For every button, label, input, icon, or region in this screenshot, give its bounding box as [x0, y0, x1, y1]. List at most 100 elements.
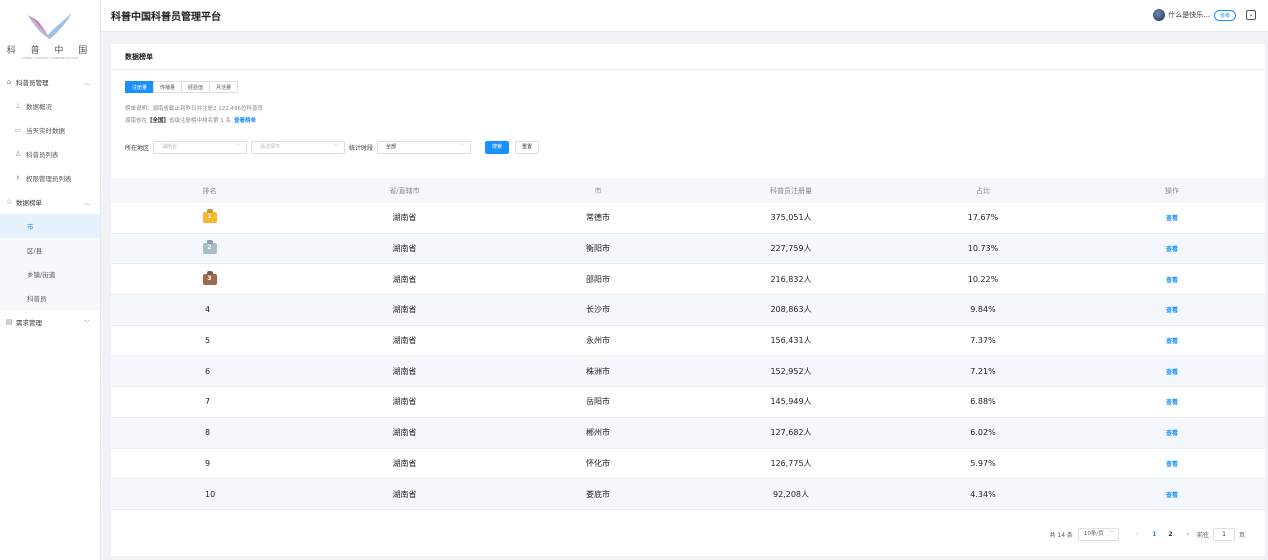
- menu-item-label: 区/县: [27, 247, 43, 255]
- ratio-cell: 7.21%: [970, 366, 996, 376]
- tab-experience[interactable]: 经验值: [181, 81, 211, 93]
- bronze-medal-icon: 3: [202, 273, 217, 285]
- time-select[interactable]: 全部 ﹀: [377, 141, 472, 154]
- search-button[interactable]: 搜索: [485, 141, 510, 154]
- table-row: 8 湖南省 郴州市 127,682人 6.02% 查看: [111, 417, 1265, 449]
- ratio-cell: 6.88%: [970, 397, 996, 407]
- menu-item-district[interactable]: 区/县: [0, 238, 100, 262]
- tab-monthly-active[interactable]: 月活量: [209, 81, 239, 93]
- col-header-ratio: 占比: [976, 186, 990, 195]
- city-cell: 常德市: [586, 213, 610, 223]
- page-button-1[interactable]: 1: [1152, 531, 1156, 538]
- menu-group-label: 数据榜单: [16, 199, 42, 207]
- menu-item-realtime[interactable]: ▭ 当天实时数据: [0, 118, 100, 142]
- view-button[interactable]: 查看: [1166, 215, 1178, 222]
- card-title: 数据榜单: [111, 44, 1265, 70]
- metric-tabs: 注册量 传播量 经验值 月活量: [125, 81, 239, 93]
- view-button[interactable]: 查看: [1166, 399, 1178, 406]
- table-row: 5 湖南省 永州市 156,431人 7.37% 查看: [111, 326, 1265, 357]
- tab-spread[interactable]: 传播量: [153, 81, 183, 93]
- page-suffix: 页: [1238, 532, 1245, 539]
- ranking-description: 榜单说明：湖南省截止到昨日共注册2,122,496位科普员: [125, 106, 263, 112]
- chevron-down-icon: ﹀: [460, 144, 466, 150]
- rank-cell: 4: [205, 305, 211, 315]
- view-button[interactable]: 查看: [1166, 307, 1178, 314]
- province-cell: 湖南省: [392, 305, 417, 315]
- city-select[interactable]: 请选择市 ﹀: [251, 141, 346, 154]
- username[interactable]: 什么是快乐...: [1168, 10, 1210, 20]
- view-ranking-link[interactable]: 查看榜单: [234, 118, 256, 124]
- app-root: 科 普 中 国 CHINA SCIENCE COMMUNICATION ⌂ 科普…: [0, 0, 1268, 560]
- city-cell: 株洲市: [586, 366, 610, 376]
- chevron-left-icon: ‹: [1135, 531, 1139, 538]
- action-cell: 查看: [1079, 336, 1265, 345]
- view-button[interactable]: 查看: [1166, 430, 1178, 437]
- count-cell: 152,952人: [770, 366, 812, 376]
- action-cell: 查看: [1079, 305, 1265, 314]
- reset-button[interactable]: 重置: [515, 141, 540, 154]
- logo-subtitle: CHINA SCIENCE COMMUNICATION: [21, 55, 79, 60]
- goto-page-input[interactable]: 1: [1212, 528, 1235, 541]
- menu-item-city[interactable]: 市: [0, 214, 100, 238]
- menu-group-volunteer-management[interactable]: ⌂ 科普员管理 ︿: [0, 70, 100, 94]
- menu-group-label: 需求管理: [16, 319, 42, 327]
- home-icon: ⌂: [6, 78, 12, 86]
- province-select[interactable]: 湖南省 ﹀: [153, 141, 248, 154]
- rank-cell: 9: [205, 458, 211, 468]
- page-button-2[interactable]: 2: [1168, 531, 1172, 538]
- menu-group-rankings[interactable]: ☆ 数据榜单 ︿: [0, 190, 100, 214]
- avatar[interactable]: [1153, 9, 1166, 21]
- menu-group-label: 科普员管理: [16, 79, 49, 87]
- view-button[interactable]: 查看: [1166, 338, 1178, 345]
- action-cell: 查看: [1079, 367, 1265, 376]
- menu-group-demand-management[interactable]: ▤ 需求管理 ﹀: [0, 310, 100, 334]
- rank-number: 2: [207, 244, 212, 252]
- rank-cell: 2: [111, 243, 308, 255]
- ranking-table: 排名 省/直辖市 市 科普员注册量 占比 操作 1 湖南省 常德市 375,05…: [111, 178, 1265, 510]
- count-cell: 92,208人: [773, 489, 809, 499]
- tab-registrations[interactable]: 注册量: [125, 81, 155, 93]
- menu-item-town[interactable]: 乡镇/街道: [0, 262, 100, 286]
- role-badge: 省级: [1213, 9, 1236, 21]
- menu-item-admin-list[interactable]: ♗ 权限管理员列表: [0, 166, 100, 190]
- sidebar-menu: ⌂ 科普员管理 ︿ ⊥ 数据概况 ▭ 当天实时数据 ♙ 科普员列表 ♗ 权限管理…: [0, 70, 100, 334]
- page-size-select[interactable]: 10条/页 ﹀: [1077, 528, 1119, 541]
- logo: 科 普 中 国 CHINA SCIENCE COMMUNICATION: [0, 0, 100, 66]
- next-page-button[interactable]: ›: [1187, 531, 1189, 538]
- user-dropdown-button[interactable]: ⌄: [1246, 10, 1256, 20]
- action-cell: 查看: [1079, 213, 1265, 222]
- time-select-value: 全部: [386, 144, 397, 150]
- table-row: 7 湖南省 岳阳市 145,949人 6.88% 查看: [111, 387, 1265, 418]
- view-button[interactable]: 查看: [1166, 277, 1178, 284]
- province-cell: 湖南省: [392, 274, 417, 284]
- filter-bar: 所在地区 湖南省 ﹀ 请选择市 ﹀ 统计时段 全部 ﹀ 搜索 重置: [125, 141, 540, 154]
- prev-page-button[interactable]: ‹: [1136, 531, 1138, 538]
- menu-item-volunteer[interactable]: 科普员: [0, 286, 100, 310]
- count-cell: 145,949人: [770, 397, 812, 407]
- province-cell: 湖南省: [392, 428, 417, 438]
- ratio-cell: 7.37%: [970, 336, 996, 346]
- view-button[interactable]: 查看: [1166, 492, 1178, 499]
- view-button[interactable]: 查看: [1166, 461, 1178, 468]
- table-row: 2 湖南省 衡阳市 227,759人 10.73% 查看: [111, 233, 1265, 265]
- action-cell: 查看: [1079, 397, 1265, 406]
- star-icon: ☆: [5, 198, 13, 206]
- rank-cell: 1: [111, 212, 308, 224]
- menu-item-overview[interactable]: ⊥ 数据概况: [0, 94, 100, 118]
- city-cell: 长沙市: [586, 305, 610, 315]
- user-icon: ♙: [14, 150, 22, 158]
- menu-item-volunteer-list[interactable]: ♙ 科普员列表: [0, 142, 100, 166]
- view-button[interactable]: 查看: [1166, 246, 1178, 253]
- ranking-position-suffix: 省级注册榜中排名第 1 名: [169, 118, 232, 124]
- count-cell: 127,682人: [770, 428, 812, 438]
- table-row: 10 湖南省 娄底市 92,208人 4.34% 查看: [111, 479, 1265, 510]
- chevron-down-icon: ﹀: [83, 319, 90, 327]
- chevron-up-icon: ︿: [83, 199, 90, 207]
- action-cell: 查看: [1079, 428, 1265, 437]
- view-button[interactable]: 查看: [1166, 369, 1178, 376]
- menu-item-label: 乡镇/街道: [27, 271, 56, 279]
- pagination-total: 共 14 条: [1049, 532, 1073, 539]
- action-cell: 查看: [1079, 459, 1265, 468]
- city-cell: 娄底市: [586, 489, 610, 499]
- ratio-cell: 9.84%: [970, 305, 996, 315]
